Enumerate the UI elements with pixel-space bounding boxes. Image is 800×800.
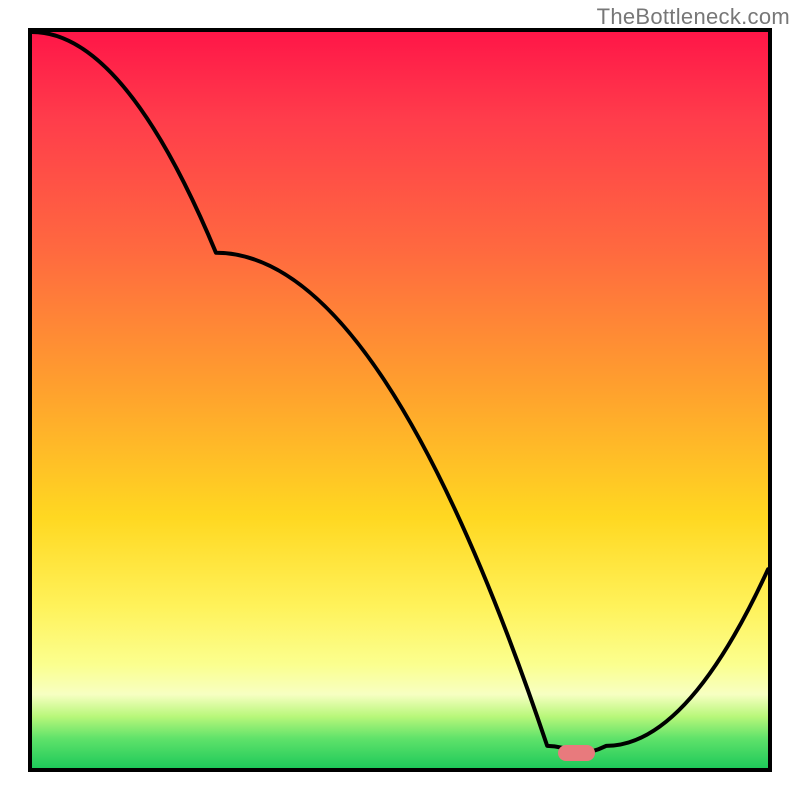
bottleneck-curve-path bbox=[32, 32, 768, 753]
curve-overlay bbox=[32, 32, 768, 768]
plot-area bbox=[28, 28, 772, 772]
optimum-marker bbox=[558, 745, 595, 761]
watermark-text: TheBottleneck.com bbox=[597, 4, 790, 30]
chart-frame: TheBottleneck.com bbox=[0, 0, 800, 800]
